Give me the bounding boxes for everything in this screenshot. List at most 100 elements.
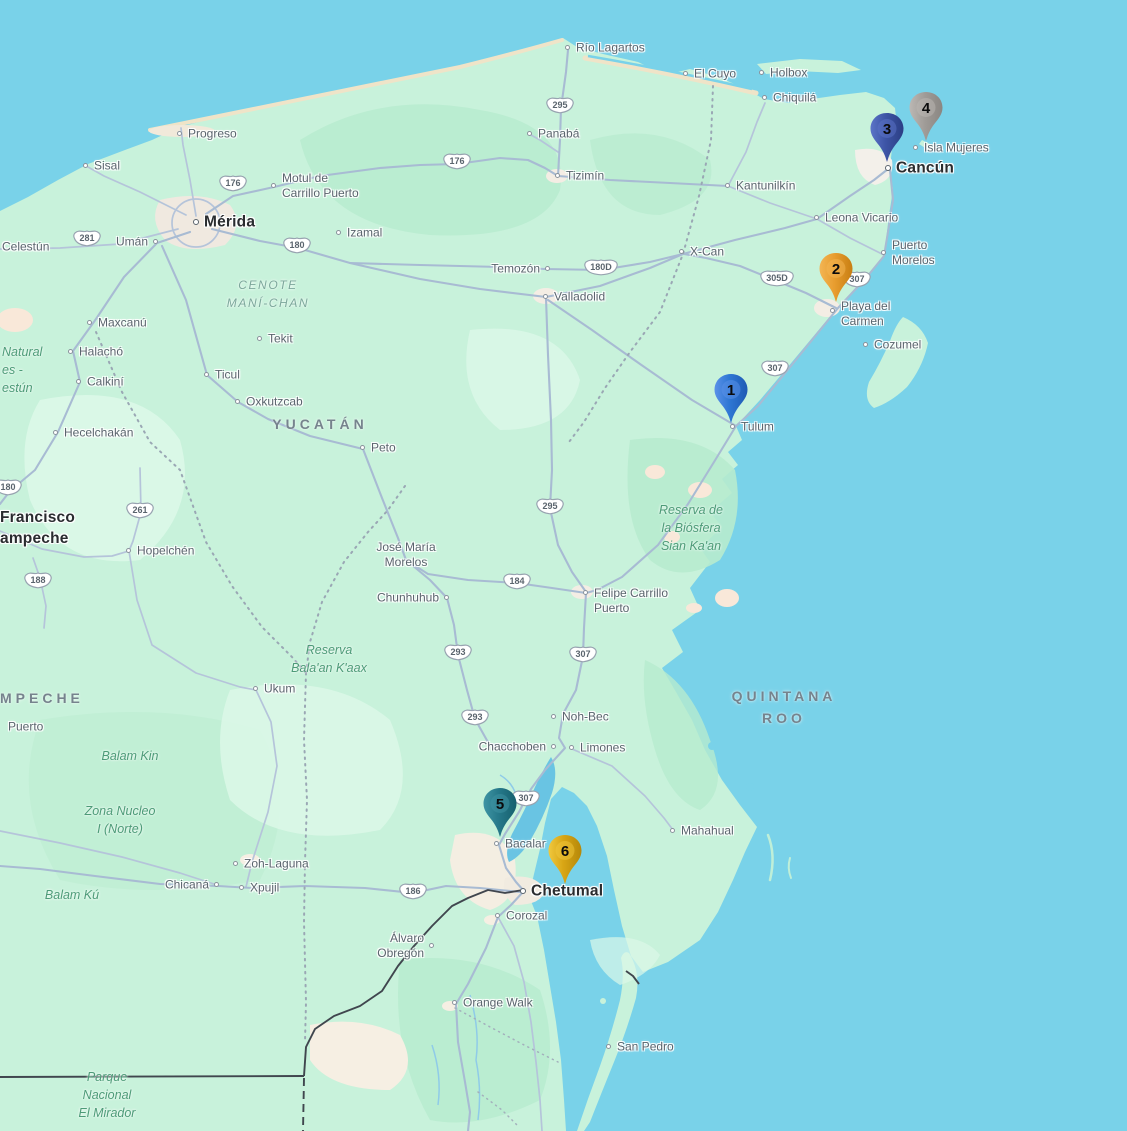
town-label-text: Xpujil — [250, 881, 279, 896]
trip-marker-4-isla-mujeres[interactable]: 4 — [908, 91, 944, 148]
town-dot — [76, 379, 81, 384]
map-viewport[interactable]: YUCATÁNQUINTANAROOMPECHECENOTEMANÍ-CHANR… — [0, 0, 1127, 1131]
svg-text:3: 3 — [883, 121, 891, 138]
town-label-text: Puerto — [594, 601, 668, 616]
town-label-text: Río Lagartos — [576, 41, 645, 56]
town-dot — [53, 430, 58, 435]
town-label-text: Orange Walk — [463, 996, 533, 1011]
park-label-text: Reserva de — [659, 501, 723, 519]
route-shield-305D: 305D — [760, 268, 794, 292]
town-dot — [253, 686, 258, 691]
town-label-text: Calkiní — [87, 375, 124, 390]
park-label-text: Parque — [79, 1068, 136, 1086]
town-dot — [83, 163, 88, 168]
route-shield-293: 293 — [444, 642, 472, 666]
region-label-text: YUCATÁN — [272, 413, 367, 435]
trip-marker-2-playa-del-carmen[interactable]: 2 — [818, 252, 854, 309]
svg-text:307: 307 — [575, 649, 590, 659]
park-label-text: Balam Kú — [45, 886, 99, 904]
park-label-text: CENOTE — [227, 276, 309, 294]
park-label-text: El Mirador — [79, 1104, 136, 1122]
town-dot — [863, 342, 868, 347]
svg-text:307: 307 — [518, 793, 533, 803]
town-label-text: X-Can — [690, 245, 724, 260]
svg-text:293: 293 — [467, 712, 482, 722]
town-dot — [452, 1000, 457, 1005]
town-dot — [444, 595, 449, 600]
town-dot — [679, 249, 684, 254]
town-label-text: Mahahual — [681, 824, 734, 839]
town-label-text: Noh-Bec — [562, 710, 609, 725]
trip-marker-6-chetumal[interactable]: 6 — [547, 834, 583, 891]
svg-text:295: 295 — [552, 100, 567, 110]
town-label-text: Zoh-Laguna — [244, 857, 309, 872]
town-dot — [87, 320, 92, 325]
town-dot — [360, 445, 365, 450]
town-dot — [725, 183, 730, 188]
town-label-text: Francisco — [0, 507, 75, 528]
trip-marker-3-cancún[interactable]: 3 — [869, 112, 905, 169]
town-label-text: El Cuyo — [694, 67, 736, 82]
route-shield-180: 180 — [0, 477, 22, 501]
route-shield-176: 176 — [219, 173, 247, 197]
town-dot — [429, 943, 434, 948]
town-label-text: Ukum — [264, 682, 295, 697]
town-label-text: Álvaro — [377, 931, 424, 946]
town-dot — [551, 744, 556, 749]
town-label-text: Maxcanú — [98, 316, 147, 331]
route-shield-293: 293 — [461, 707, 489, 731]
trip-marker-1-tulum[interactable]: 1 — [713, 373, 749, 430]
town-label-text: San Pedro — [617, 1040, 674, 1055]
town-dot — [257, 336, 262, 341]
town-label-text: Chiquilá — [773, 91, 816, 106]
park-label-text: Balam Kin — [102, 747, 159, 765]
town-dot — [235, 399, 240, 404]
town-label-text: Oxkutzcab — [246, 395, 303, 410]
svg-text:305D: 305D — [766, 273, 788, 283]
region-label-text: QUINTANA — [732, 685, 837, 707]
route-shield-180D: 180D — [584, 257, 618, 281]
svg-text:176: 176 — [225, 178, 240, 188]
svg-text:2: 2 — [832, 261, 840, 278]
town-label-text: Cozumel — [874, 338, 921, 353]
town-label-text: Felipe Carrillo — [594, 586, 668, 601]
svg-text:184: 184 — [509, 576, 524, 586]
town-label-text: Carrillo Puerto — [282, 186, 359, 201]
svg-text:4: 4 — [922, 100, 931, 117]
town-label-text: Progreso — [188, 127, 237, 142]
route-shield-261: 261 — [126, 500, 154, 524]
town-dot — [336, 230, 341, 235]
town-label-text: Puerto — [8, 720, 43, 735]
svg-text:307: 307 — [767, 363, 782, 373]
town-label-text: Sisal — [94, 159, 120, 174]
town-label-text: Celestún — [2, 240, 49, 255]
svg-text:180: 180 — [0, 482, 15, 492]
trip-marker-5-bacalar[interactable]: 5 — [482, 787, 518, 844]
town-label-text: Chicaná — [165, 878, 209, 893]
svg-text:1: 1 — [727, 382, 735, 399]
town-label-text: Hecelchakán — [64, 426, 133, 441]
route-shield-307: 307 — [761, 358, 789, 382]
town-label-text: Kantunilkín — [736, 179, 795, 194]
town-dot — [759, 70, 764, 75]
park-label-text: Nacional — [79, 1086, 136, 1104]
route-shield-184: 184 — [503, 571, 531, 595]
town-dot — [233, 861, 238, 866]
town-label-text: José María — [376, 540, 435, 555]
town-dot — [565, 45, 570, 50]
svg-text:186: 186 — [405, 886, 420, 896]
park-label-text: MANÍ-CHAN — [227, 294, 309, 312]
svg-text:6: 6 — [561, 843, 569, 860]
town-label-text: Mérida — [204, 215, 255, 230]
town-label-text: Limones — [580, 741, 625, 756]
park-label-text: Bala'an K'aax — [291, 659, 367, 677]
town-dot — [177, 131, 182, 136]
town-dot — [68, 349, 73, 354]
town-label-text: Obregón — [377, 946, 424, 961]
town-dot — [495, 913, 500, 918]
svg-text:295: 295 — [542, 501, 557, 511]
town-dot — [670, 828, 675, 833]
town-dot — [606, 1044, 611, 1049]
park-label-text: I (Norte) — [85, 820, 156, 838]
town-dot — [193, 219, 199, 225]
